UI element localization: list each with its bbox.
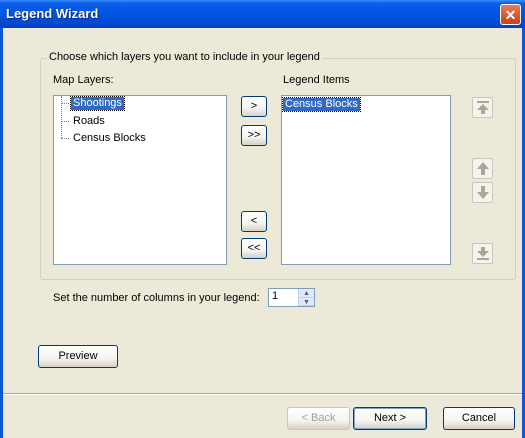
- legend-item-census-blocks[interactable]: Census Blocks: [282, 97, 361, 112]
- layer-item-shootings[interactable]: Shootings: [70, 96, 125, 111]
- stepper-up-icon[interactable]: ▲: [299, 289, 314, 298]
- close-icon[interactable]: ✕: [500, 4, 521, 25]
- remove-layer-button[interactable]: <: [241, 211, 267, 232]
- legend-items-list[interactable]: Census Blocks: [281, 95, 451, 265]
- move-down-button[interactable]: [472, 182, 493, 203]
- layer-item-census-blocks[interactable]: Census Blocks: [71, 132, 148, 145]
- group-caption: Choose which layers you want to include …: [47, 51, 322, 63]
- remove-all-layers-button[interactable]: <<: [241, 238, 267, 259]
- map-layers-label: Map Layers:: [53, 74, 114, 86]
- window-border-left: [0, 28, 3, 438]
- tree-connector: [61, 121, 69, 122]
- add-layer-button[interactable]: >: [241, 96, 267, 117]
- columns-stepper[interactable]: 1 ▲ ▼: [268, 288, 315, 307]
- stepper-arrows[interactable]: ▲ ▼: [298, 289, 314, 306]
- stepper-down-icon[interactable]: ▼: [299, 297, 314, 306]
- layer-item-roads[interactable]: Roads: [71, 115, 107, 128]
- window-title: Legend Wizard: [6, 6, 99, 21]
- next-button[interactable]: Next >: [353, 407, 427, 430]
- columns-value[interactable]: 1: [272, 290, 278, 302]
- back-button[interactable]: < Back: [287, 407, 350, 430]
- preview-button[interactable]: Preview: [38, 345, 118, 368]
- move-up-button[interactable]: [472, 158, 493, 179]
- map-layers-list[interactable]: Shootings Roads Census Blocks: [53, 95, 227, 265]
- footer-separator: [3, 393, 522, 395]
- move-to-top-button[interactable]: [472, 97, 493, 118]
- legend-items-label: Legend Items: [283, 74, 350, 86]
- columns-label: Set the number of columns in your legend…: [53, 292, 260, 304]
- cancel-button[interactable]: Cancel: [443, 407, 515, 430]
- tree-connector: [61, 138, 69, 139]
- add-all-layers-button[interactable]: >>: [241, 125, 267, 146]
- move-to-bottom-button[interactable]: [472, 243, 493, 264]
- title-bar: Legend Wizard ✕: [0, 0, 525, 28]
- tree-connector: [61, 103, 69, 104]
